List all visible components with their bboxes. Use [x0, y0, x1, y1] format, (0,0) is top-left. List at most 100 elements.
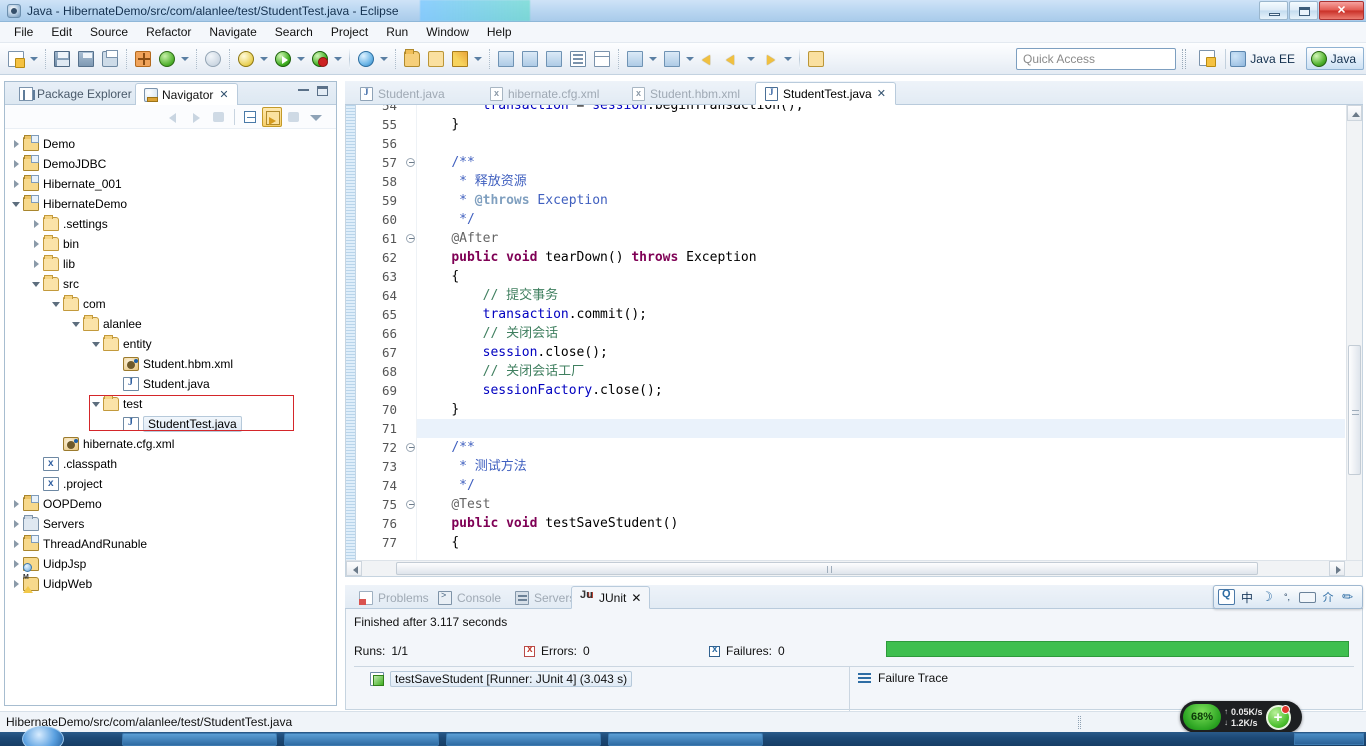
- view-maximize-icon[interactable]: [317, 86, 328, 96]
- menu-source[interactable]: Source: [81, 23, 137, 42]
- link-with-editor-button[interactable]: [262, 106, 282, 127]
- view-menu-button[interactable]: [306, 107, 326, 127]
- code-text[interactable]: transaction = session.beginTransaction()…: [420, 105, 1345, 576]
- tree-item-oopdemo[interactable]: OOPDemo: [5, 494, 336, 514]
- tree-item-src[interactable]: src: [5, 274, 336, 294]
- toggle-markers-button[interactable]: [567, 48, 589, 70]
- scroll-left-button[interactable]: [346, 561, 362, 576]
- menu-refactor[interactable]: Refactor: [137, 23, 200, 42]
- tree-twisty-closed[interactable]: [11, 174, 23, 194]
- scroll-right-button[interactable]: [1329, 561, 1345, 576]
- tree-item-test[interactable]: test: [5, 394, 336, 414]
- tab-package-explorer[interactable]: Package Explorer: [11, 83, 140, 105]
- new-wizard-button[interactable]: [5, 48, 27, 70]
- network-boost-button[interactable]: +: [1265, 704, 1291, 730]
- tree-twisty-closed[interactable]: [11, 574, 23, 594]
- tree-twisty-open[interactable]: [91, 334, 103, 354]
- vertical-scroll-thumb[interactable]: [1348, 345, 1361, 475]
- next-annotation-button[interactable]: [624, 48, 646, 70]
- save-all-button[interactable]: [75, 48, 97, 70]
- tree-twisty-closed[interactable]: [11, 494, 23, 514]
- new-package-button[interactable]: [401, 48, 423, 70]
- tree-twisty-open[interactable]: [71, 314, 83, 334]
- tree-item-hibernatedemo[interactable]: HibernateDemo: [5, 194, 336, 214]
- pin-editor-button[interactable]: [805, 48, 827, 70]
- tree-twisty-closed[interactable]: [11, 514, 23, 534]
- external-tools-dropdown[interactable]: [378, 48, 389, 70]
- new-wizard-dropdown[interactable]: [28, 48, 39, 70]
- tree-twisty-open[interactable]: [11, 194, 23, 214]
- status-bar-grip[interactable]: [1078, 716, 1081, 729]
- editor-tab-student-hbm-xml[interactable]: Student.hbm.xml: [623, 83, 749, 105]
- back-history-button[interactable]: [722, 48, 744, 70]
- navigator-back-button[interactable]: [165, 107, 185, 127]
- search-button[interactable]: [495, 48, 517, 70]
- menu-window[interactable]: Window: [417, 23, 478, 42]
- perspective-java-ee[interactable]: Java EE: [1226, 47, 1302, 70]
- tab-junit[interactable]: JUnit ✕: [571, 586, 651, 609]
- restore-button[interactable]: [1289, 1, 1318, 20]
- tree-item-uidpjsp[interactable]: UidpJsp: [5, 554, 336, 574]
- menu-run[interactable]: Run: [377, 23, 417, 42]
- start-button[interactable]: [22, 726, 64, 746]
- tree-item-demojdbc[interactable]: DemoJDBC: [5, 154, 336, 174]
- navigator-home-button[interactable]: [209, 107, 229, 127]
- horizontal-scroll-thumb[interactable]: [396, 562, 1258, 575]
- open-package-button[interactable]: [425, 48, 447, 70]
- toolbox-icon[interactable]: ✎: [1336, 585, 1360, 609]
- taskbar-item-4[interactable]: [608, 733, 763, 746]
- taskbar-tray[interactable]: [1294, 733, 1364, 745]
- run-dropdown[interactable]: [295, 48, 306, 70]
- menu-file[interactable]: File: [5, 23, 42, 42]
- edit-dropdown[interactable]: [472, 48, 483, 70]
- editor-tab-close-icon[interactable]: ✕: [877, 87, 886, 100]
- scroll-up-button[interactable]: [1347, 105, 1362, 121]
- fold-toggle-icon[interactable]: [406, 443, 415, 452]
- editor-tab-student-java[interactable]: Student.java: [351, 83, 454, 105]
- traditional-icon[interactable]: 介: [1320, 588, 1336, 606]
- chinese-mode-icon[interactable]: 中: [1239, 588, 1255, 606]
- half-width-icon[interactable]: ☽: [1259, 588, 1275, 606]
- coverage-dropdown[interactable]: [332, 48, 343, 70]
- punctuation-icon[interactable]: °,: [1279, 588, 1295, 606]
- soft-keyboard-icon[interactable]: [1299, 591, 1316, 603]
- build-all-button[interactable]: [132, 48, 154, 70]
- toggle-block-selection-button[interactable]: [591, 48, 613, 70]
- skip-breakpoints-button[interactable]: [202, 48, 224, 70]
- tree-twisty-closed[interactable]: [31, 234, 43, 254]
- tree-item-project[interactable]: .project: [5, 474, 336, 494]
- new-java-project-button[interactable]: [156, 48, 178, 70]
- new-java-project-dropdown[interactable]: [179, 48, 190, 70]
- tree-item-lib[interactable]: lib: [5, 254, 336, 274]
- tab-problems[interactable]: Problems: [351, 587, 437, 609]
- menu-search[interactable]: Search: [266, 23, 322, 42]
- tree-item-com[interactable]: com: [5, 294, 336, 314]
- fold-toggle-icon[interactable]: [406, 158, 415, 167]
- taskbar-item-3[interactable]: [446, 733, 601, 746]
- editor-horizontal-scrollbar[interactable]: [346, 560, 1362, 576]
- project-tree[interactable]: Demo DemoJDBC Hibernate_001 HibernateDemo .s…: [5, 130, 336, 705]
- folding-gutter[interactable]: [403, 105, 417, 576]
- tree-item-servers[interactable]: Servers: [5, 514, 336, 534]
- minimize-button[interactable]: [1259, 1, 1288, 20]
- collapse-all-button[interactable]: [240, 107, 260, 127]
- editor-vertical-scrollbar[interactable]: [1346, 105, 1362, 576]
- tree-item-hibernate-001[interactable]: Hibernate_001: [5, 174, 336, 194]
- fold-toggle-icon[interactable]: [406, 234, 415, 243]
- external-tools-button[interactable]: [355, 48, 377, 70]
- menu-navigate[interactable]: Navigate: [200, 23, 265, 42]
- tree-twisty-open[interactable]: [91, 394, 103, 414]
- close-button[interactable]: ✕: [1319, 1, 1364, 20]
- tree-item-classpath[interactable]: .classpath: [5, 454, 336, 474]
- menu-help[interactable]: Help: [478, 23, 521, 42]
- coverage-button[interactable]: [309, 48, 331, 70]
- forward-button[interactable]: [759, 48, 781, 70]
- tree-item-entity[interactable]: entity: [5, 334, 336, 354]
- qq-pinyin-logo-icon[interactable]: [1218, 588, 1235, 605]
- tree-item-alanlee[interactable]: alanlee: [5, 314, 336, 334]
- taskbar-item-1[interactable]: [122, 733, 277, 746]
- tree-item-hibernate-cfg-xml[interactable]: hibernate.cfg.xml: [5, 434, 336, 454]
- tree-item-studenttest-java[interactable]: StudentTest.java: [5, 414, 336, 434]
- view-minimize-icon[interactable]: [298, 88, 309, 91]
- tab-navigator-close-icon[interactable]: ✕: [219, 88, 228, 101]
